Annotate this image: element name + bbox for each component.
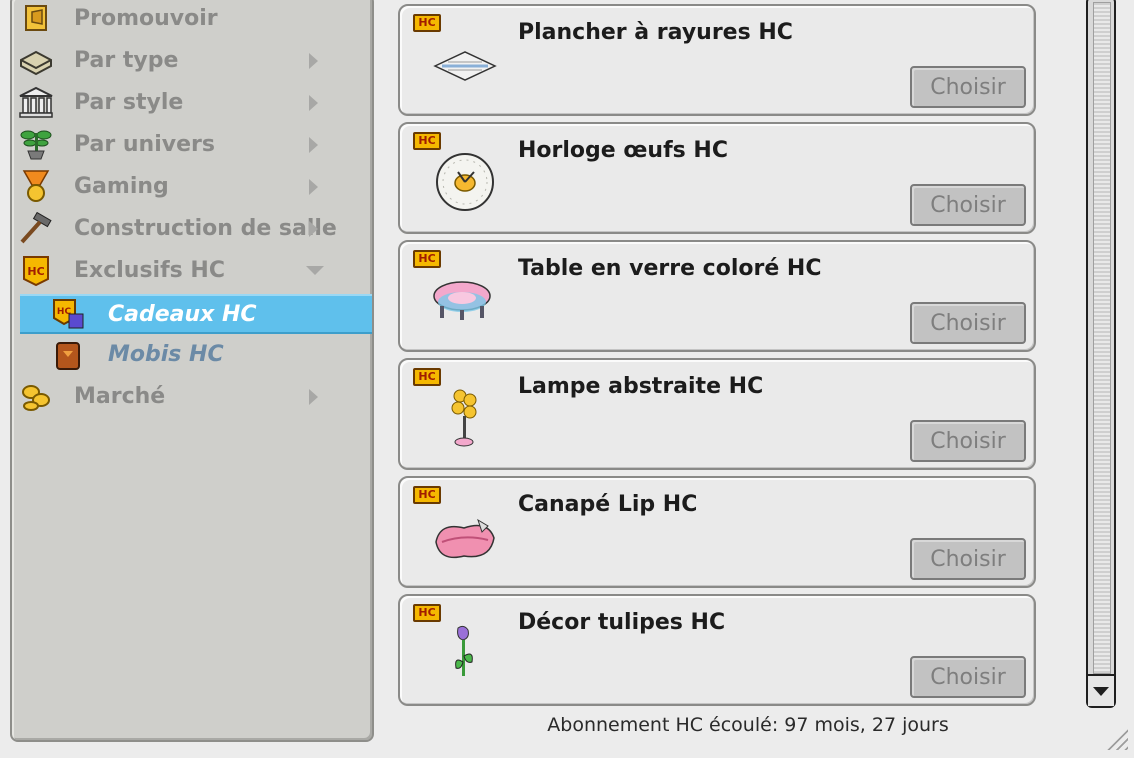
subnav-label: Cadeaux HC — [108, 301, 257, 327]
nav-item-promouvoir[interactable]: Promouvoir — [18, 0, 368, 38]
nav-label: Par type — [74, 47, 179, 73]
nav-label: Construction de salle — [74, 215, 337, 241]
hc-badge: HC — [413, 132, 441, 150]
nav-label: Par univers — [74, 131, 215, 157]
product-name: Plancher à rayures HC — [518, 20, 793, 45]
hc-badge: HC — [413, 250, 441, 268]
product-card[interactable]: HC Plancher à rayures HC Choisir — [398, 4, 1036, 116]
chevron-right-icon — [309, 389, 318, 405]
hammer-icon — [18, 210, 54, 246]
abstract-lamp-icon — [430, 386, 500, 450]
coins-icon — [18, 378, 54, 414]
choose-button[interactable]: Choisir — [910, 302, 1026, 344]
hc-badge: HC — [413, 14, 441, 32]
scroll-track[interactable] — [1093, 2, 1111, 674]
columns-icon — [18, 84, 54, 120]
nav-item-construction-de-salle[interactable]: Construction de salle — [18, 208, 368, 248]
arrow-down-icon — [1093, 687, 1109, 696]
choose-button[interactable]: Choisir — [910, 538, 1026, 580]
sofa-icon — [18, 42, 54, 78]
resize-handle[interactable] — [1102, 724, 1128, 750]
scrollbar[interactable] — [1086, 0, 1116, 708]
nav-item-gaming[interactable]: Gaming — [18, 166, 368, 206]
product-name: Lampe abstraite HC — [518, 374, 764, 399]
hc-gift-icon: HC — [50, 297, 86, 331]
hc-bag-icon — [50, 337, 86, 371]
nav-label: Gaming — [74, 173, 169, 199]
product-name: Décor tulipes HC — [518, 610, 726, 635]
nav-label: Promouvoir — [74, 5, 218, 31]
scroll-down-button[interactable] — [1088, 674, 1114, 706]
chevron-right-icon — [309, 221, 318, 237]
medal-icon — [18, 168, 54, 204]
product-name: Horloge œufs HC — [518, 138, 728, 163]
subnav-item-cadeaux-hc[interactable]: HC Cadeaux HC — [20, 294, 372, 334]
striped-floor-icon — [430, 32, 500, 96]
subnav-label: Mobis HC — [108, 341, 224, 367]
hc-badge: HC — [413, 368, 441, 386]
product-name: Table en verre coloré HC — [518, 256, 822, 281]
nav-item-par-type[interactable]: Par type — [18, 40, 368, 80]
nav-item-marche[interactable]: Marché — [18, 376, 368, 416]
nav-label: Par style — [74, 89, 184, 115]
plant-icon — [18, 126, 54, 162]
choose-button[interactable]: Choisir — [910, 184, 1026, 226]
egg-clock-icon — [430, 150, 500, 214]
megaphone-icon — [18, 0, 54, 36]
choose-button[interactable]: Choisir — [910, 66, 1026, 108]
chevron-right-icon — [309, 53, 318, 69]
product-card[interactable]: HC Lampe abstraite HC Choisir — [398, 358, 1036, 470]
tulip-icon — [430, 622, 500, 686]
subnav-item-mobis-hc[interactable]: Mobis HC — [20, 336, 372, 372]
svg-text:HC: HC — [27, 265, 44, 278]
product-card[interactable]: HC Horloge œufs HC Choisir — [398, 122, 1036, 234]
product-name: Canapé Lip HC — [518, 492, 698, 517]
product-card[interactable]: HC Table en verre coloré HC Choisir — [398, 240, 1036, 352]
subscription-status: Abonnement HC écoulé: 97 mois, 27 jours — [547, 714, 949, 736]
hc-badge-icon: HC — [18, 252, 54, 288]
product-card[interactable]: HC Canapé Lip HC Choisir — [398, 476, 1036, 588]
nav-item-exclusifs-hc[interactable]: HC Exclusifs HC — [18, 250, 368, 290]
hc-badge: HC — [413, 486, 441, 504]
choose-button[interactable]: Choisir — [910, 420, 1026, 462]
nav-label: Exclusifs HC — [74, 257, 225, 283]
lip-sofa-icon — [430, 504, 500, 568]
nav-item-par-univers[interactable]: Par univers — [18, 124, 368, 164]
catalog-sidebar: Promouvoir Par type Par style Par univer… — [10, 0, 374, 742]
product-card[interactable]: HC Décor tulipes HC Choisir — [398, 594, 1036, 706]
glass-table-icon — [430, 268, 500, 332]
chevron-right-icon — [309, 95, 318, 111]
hc-badge: HC — [413, 604, 441, 622]
nav-item-par-style[interactable]: Par style — [18, 82, 368, 122]
chevron-right-icon — [309, 137, 318, 153]
chevron-right-icon — [309, 179, 318, 195]
nav-label: Marché — [74, 383, 166, 409]
choose-button[interactable]: Choisir — [910, 656, 1026, 698]
chevron-down-icon — [306, 266, 324, 275]
